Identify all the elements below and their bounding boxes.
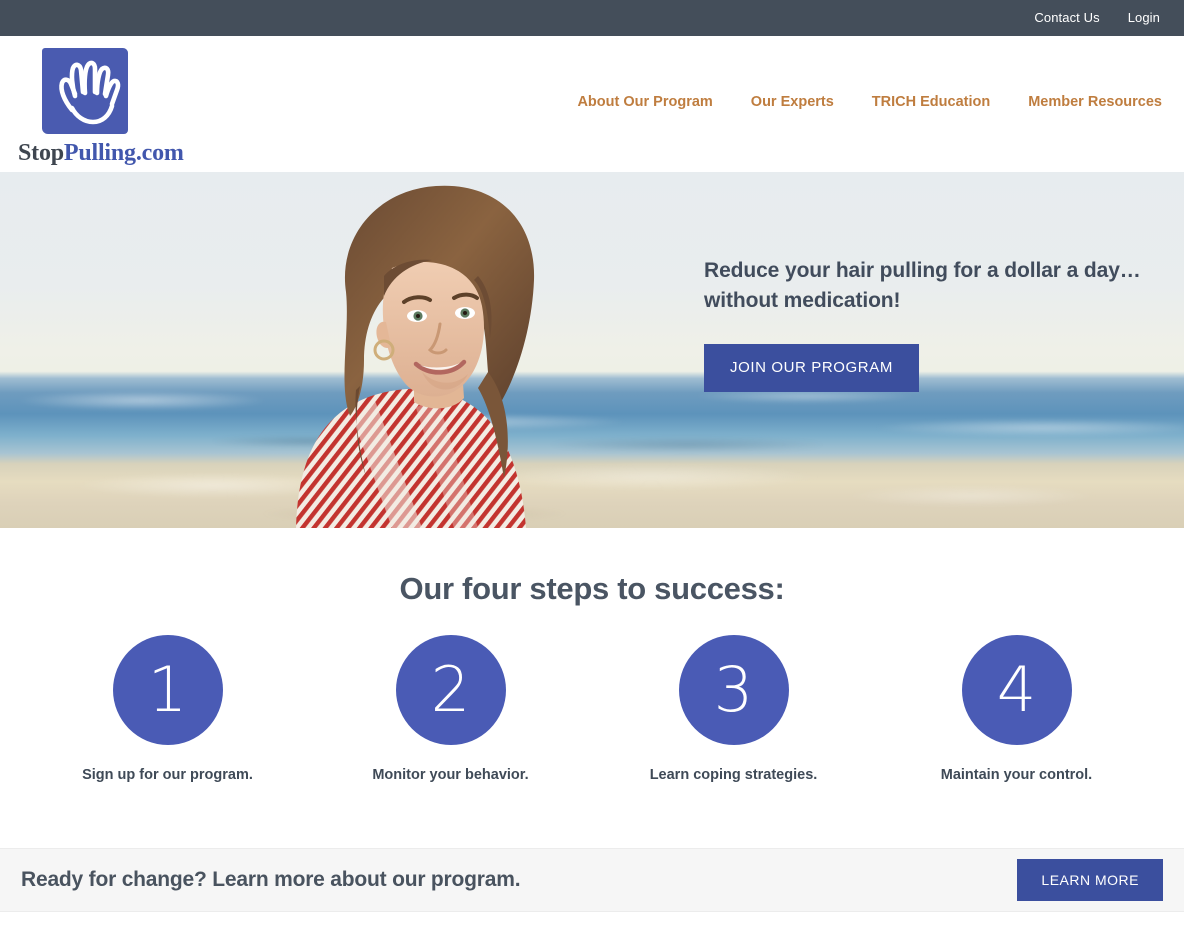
nav-item-about-our-program[interactable]: About Our Program — [577, 94, 712, 110]
nav-item-member-resources[interactable]: Member Resources — [1028, 94, 1162, 110]
cta-headline: Ready for change? Learn more about our p… — [21, 868, 521, 891]
step-item-4: 4 Maintain your control. — [875, 635, 1158, 783]
hero-headline-line-2: without medication! — [704, 288, 901, 312]
hero-headline-line-1: Reduce your hair pulling for a dollar a … — [704, 259, 1141, 282]
step-number-badge-4: 4 — [961, 635, 1072, 745]
step-number-badge-1: 1 — [112, 635, 223, 745]
step-item-2: 2 Monitor your behavior. — [309, 635, 592, 783]
hand-icon — [42, 48, 128, 134]
hero-headline: Reduce your hair pulling for a dollar a … — [704, 256, 1154, 316]
step-number-badge-3: 3 — [678, 635, 789, 745]
site-logo[interactable]: StopPulling.com — [18, 48, 218, 167]
woman-photo-figure — [178, 172, 608, 528]
login-link[interactable]: Login — [1128, 0, 1160, 36]
join-our-program-button[interactable]: JOIN OUR PROGRAM — [704, 343, 919, 392]
logo-word-pulling: Pulling.com — [63, 140, 184, 166]
nav-item-our-experts[interactable]: Our Experts — [751, 94, 834, 110]
site-header: StopPulling.com About Our Program Our Ex… — [0, 36, 1184, 172]
step-number-badge-2: 2 — [395, 635, 506, 745]
steps-row: 1 Sign up for our program. 2 Monitor you… — [0, 635, 1184, 783]
logo-word-stop: Stop — [18, 140, 64, 166]
four-steps-section: Our four steps to success: 1 Sign up for… — [0, 528, 1184, 848]
learn-more-button[interactable]: LEARN MORE — [1017, 859, 1163, 901]
steps-section-title: Our four steps to success: — [399, 571, 785, 606]
step-label-1: Sign up for our program. — [82, 767, 253, 783]
step-label-4: Maintain your control. — [940, 767, 1093, 783]
logo-wordmark: StopPulling.com — [18, 140, 218, 167]
main-navigation: About Our Program Our Experts TRICH Educ… — [539, 94, 1162, 110]
step-item-3: 3 Learn coping strategies. — [592, 635, 875, 783]
step-label-3: Learn coping strategies. — [649, 767, 818, 783]
bottom-cta-bar: Ready for change? Learn more about our p… — [0, 848, 1184, 912]
hero-copy: Reduce your hair pulling for a dollar a … — [704, 256, 1154, 392]
hero-banner: Reduce your hair pulling for a dollar a … — [0, 172, 1184, 528]
step-item-1: 1 Sign up for our program. — [26, 635, 309, 783]
nav-item-trich-education[interactable]: TRICH Education — [872, 94, 990, 110]
contact-us-link[interactable]: Contact Us — [1034, 0, 1099, 36]
step-label-2: Monitor your behavior. — [372, 767, 529, 783]
top-utility-bar: Contact Us Login — [0, 0, 1184, 36]
page-root: Contact Us Login StopPulling.com About O… — [0, 0, 1184, 938]
